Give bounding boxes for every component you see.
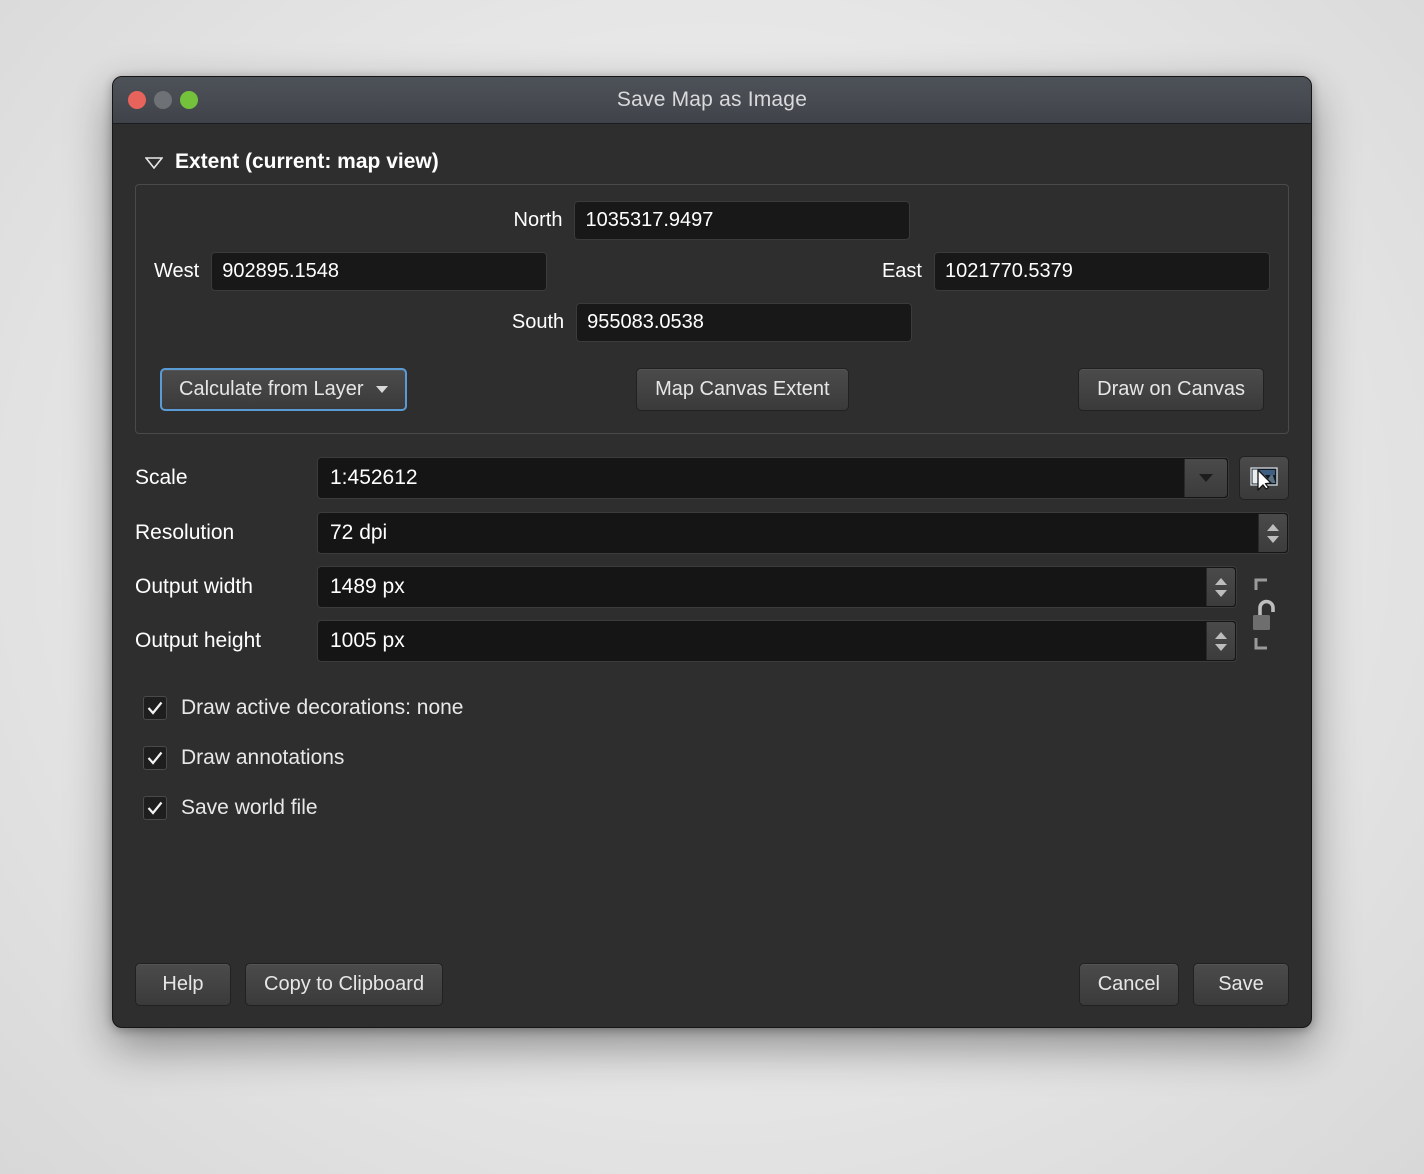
output-height-spinbox[interactable] bbox=[317, 620, 1237, 662]
resolution-label: Resolution bbox=[135, 521, 235, 544]
extent-section-title: Extent (current: map view) bbox=[175, 150, 439, 173]
dialog-content: Extent (current: map view) North West Ea… bbox=[113, 124, 1311, 1027]
stepper-up-icon[interactable] bbox=[1215, 631, 1227, 639]
save-world-file-checkbox[interactable] bbox=[143, 796, 167, 820]
scale-combobox[interactable] bbox=[317, 457, 1229, 499]
calculate-from-layer-label: Calculate from Layer bbox=[179, 378, 364, 400]
draw-on-canvas-button[interactable]: Draw on Canvas bbox=[1078, 368, 1264, 411]
set-to-canvas-scale-button[interactable] bbox=[1239, 456, 1289, 500]
resolution-input[interactable] bbox=[317, 512, 1289, 554]
lock-aspect-ratio-toggle[interactable] bbox=[1241, 566, 1289, 662]
zoom-button[interactable] bbox=[180, 91, 198, 109]
chevron-down-icon[interactable] bbox=[145, 156, 163, 169]
chevron-down-icon bbox=[1199, 474, 1213, 482]
extent-action-buttons: Calculate from Layer Map Canvas Extent D… bbox=[154, 368, 1270, 411]
map-canvas-scale-icon bbox=[1250, 467, 1278, 491]
extent-north-row: North bbox=[154, 201, 1270, 240]
draw-annotations-label: Draw annotations bbox=[181, 746, 345, 769]
extent-groupbox: North West East South Calculate bbox=[135, 184, 1289, 434]
south-label: South bbox=[511, 311, 565, 333]
west-input[interactable] bbox=[211, 252, 548, 291]
scale-dropdown-arrow[interactable] bbox=[1184, 459, 1227, 497]
stepper-down-icon[interactable] bbox=[1215, 589, 1227, 597]
save-map-as-image-dialog: Save Map as Image Extent (current: map v… bbox=[112, 76, 1312, 1028]
south-input[interactable] bbox=[576, 303, 913, 342]
output-width-row: Output width bbox=[135, 566, 1289, 608]
west-label: West bbox=[154, 260, 200, 282]
extent-west-east-row: West East bbox=[154, 252, 1270, 291]
resolution-spinbox[interactable] bbox=[317, 512, 1289, 554]
output-width-spinbox[interactable] bbox=[317, 566, 1237, 608]
window-title: Save Map as Image bbox=[616, 88, 808, 111]
map-canvas-extent-button[interactable]: Map Canvas Extent bbox=[636, 368, 849, 411]
output-height-stepper[interactable] bbox=[1206, 622, 1235, 660]
draw-active-decorations-checkbox[interactable] bbox=[143, 696, 167, 720]
extent-section-header[interactable]: Extent (current: map view) bbox=[145, 150, 1289, 174]
footer-left-buttons: Help Copy to Clipboard bbox=[135, 963, 444, 1006]
output-width-stepper[interactable] bbox=[1206, 568, 1235, 606]
stepper-up-icon[interactable] bbox=[1267, 523, 1279, 531]
checkmark-icon bbox=[147, 701, 163, 715]
east-label: East bbox=[881, 260, 922, 282]
draw-annotations-checkbox[interactable] bbox=[143, 746, 167, 770]
output-size-block: Output width Output height bbox=[135, 566, 1289, 662]
help-button[interactable]: Help bbox=[135, 963, 231, 1006]
footer-right-buttons: Cancel Save bbox=[1078, 963, 1289, 1006]
scale-row: Scale bbox=[135, 456, 1289, 500]
stepper-down-icon[interactable] bbox=[1267, 535, 1279, 543]
chevron-down-icon bbox=[375, 386, 388, 393]
copy-to-clipboard-button[interactable]: Copy to Clipboard bbox=[245, 963, 444, 1006]
close-button[interactable] bbox=[128, 91, 146, 109]
east-input[interactable] bbox=[934, 252, 1270, 291]
save-button[interactable]: Save bbox=[1193, 963, 1289, 1006]
north-input[interactable] bbox=[574, 201, 911, 240]
calculate-from-layer-button[interactable]: Calculate from Layer bbox=[160, 368, 407, 411]
option-row-draw-active-decorations[interactable]: Draw active decorations: none bbox=[143, 696, 1289, 720]
scale-label: Scale bbox=[135, 466, 188, 489]
checkmark-icon bbox=[147, 751, 163, 765]
resolution-stepper[interactable] bbox=[1258, 514, 1287, 552]
option-row-draw-annotations[interactable]: Draw annotations bbox=[143, 746, 1289, 770]
option-row-save-world-file[interactable]: Save world file bbox=[143, 796, 1289, 820]
minimize-button[interactable] bbox=[154, 91, 172, 109]
extent-south-row: South bbox=[154, 303, 1270, 342]
north-label: North bbox=[513, 209, 563, 231]
output-height-input[interactable] bbox=[317, 620, 1237, 662]
save-world-file-label: Save world file bbox=[181, 796, 318, 819]
window-controls bbox=[128, 91, 198, 109]
draw-active-decorations-label: Draw active decorations: none bbox=[181, 696, 464, 719]
scale-input[interactable] bbox=[317, 457, 1229, 499]
checkmark-icon bbox=[147, 801, 163, 815]
title-bar: Save Map as Image bbox=[113, 77, 1311, 124]
output-height-row: Output height bbox=[135, 620, 1289, 662]
stepper-down-icon[interactable] bbox=[1215, 643, 1227, 651]
stepper-up-icon[interactable] bbox=[1215, 577, 1227, 585]
cancel-button[interactable]: Cancel bbox=[1078, 963, 1179, 1006]
resolution-row: Resolution bbox=[135, 512, 1289, 554]
output-width-input[interactable] bbox=[317, 566, 1237, 608]
output-height-label: Output height bbox=[135, 629, 262, 652]
output-width-label: Output width bbox=[135, 575, 253, 598]
dialog-footer: Help Copy to Clipboard Cancel Save bbox=[135, 963, 1289, 1006]
unlocked-padlock-icon bbox=[1253, 578, 1275, 650]
